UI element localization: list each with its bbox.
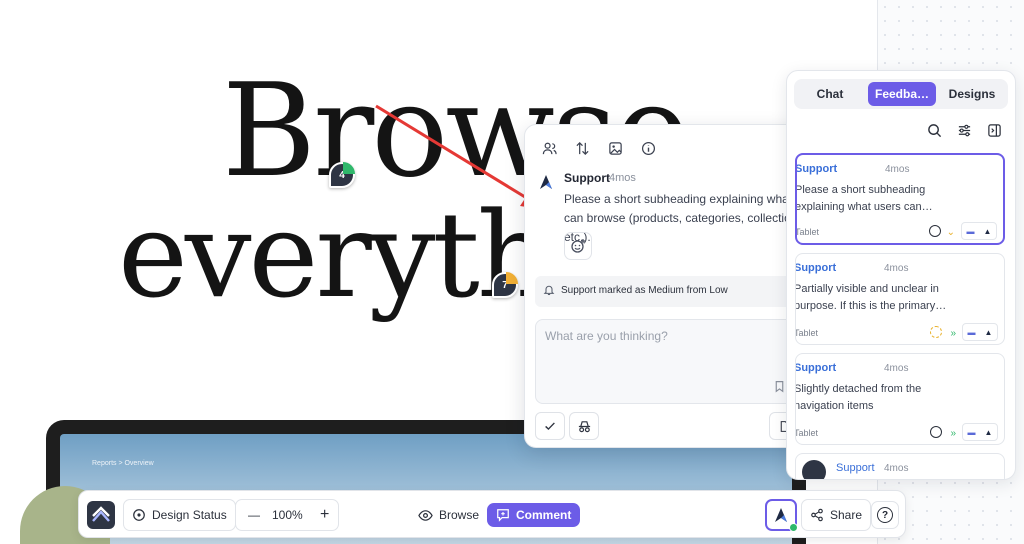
comment-author: Support xyxy=(564,171,610,185)
feedback-sidebar: Chat Feedba… Designs Support 4mos Please… xyxy=(786,70,1016,480)
comment-icon xyxy=(497,509,509,522)
bottom-toolbar: Design Status — 100% + Browse Comment Sh… xyxy=(78,490,906,538)
search-icon[interactable] xyxy=(927,123,942,141)
tab-designs[interactable]: Designs xyxy=(940,82,1004,106)
sort-icon[interactable] xyxy=(571,137,593,159)
card-time: 4mos xyxy=(884,263,909,274)
online-status-dot xyxy=(789,523,798,532)
share-icon xyxy=(811,508,823,522)
emoji-add-icon xyxy=(571,239,585,253)
design-canvas[interactable]: Browse everything Reports > Overview 4 7… xyxy=(0,0,1024,544)
help-button[interactable]: ? xyxy=(871,501,899,529)
card-time: 4mos xyxy=(884,463,909,474)
reply-input[interactable] xyxy=(545,329,825,369)
browse-label: Browse xyxy=(439,508,480,522)
card-device: Tablet xyxy=(795,428,819,438)
check-icon xyxy=(545,422,555,431)
logo-icon xyxy=(92,506,110,522)
card-time: 4mos xyxy=(885,164,910,175)
card-device: Tablet xyxy=(795,227,820,237)
bookmark-icon[interactable] xyxy=(773,380,786,396)
card-device: Tablet xyxy=(795,328,819,338)
zoom-control: — 100% + xyxy=(235,499,339,531)
tab-chat[interactable]: Chat xyxy=(797,82,863,106)
eye-icon xyxy=(418,509,433,521)
zoom-level: 100% xyxy=(272,508,303,522)
feedback-card[interactable]: Support 4mos Slightly detached from the n… xyxy=(795,353,1005,445)
assignee-badge: ▬ ▲ xyxy=(962,323,998,341)
status-icon xyxy=(133,509,145,521)
feedback-card[interactable]: Support 4mos Please a short subheading ex… xyxy=(795,153,1005,245)
filter-icon[interactable] xyxy=(957,123,972,141)
add-reaction-button[interactable] xyxy=(564,232,592,260)
card-author: Support xyxy=(795,163,838,175)
double-chevron-down-icon: » xyxy=(950,328,956,339)
double-chevron-down-icon: » xyxy=(950,428,956,439)
card-author: Support xyxy=(795,262,837,274)
incognito-button[interactable] xyxy=(569,412,599,440)
assignee-badge: ▬ ▲ xyxy=(961,222,997,240)
card-author: Support xyxy=(795,362,837,374)
card-time: 4mos xyxy=(884,363,909,374)
feedback-card[interactable]: Support 4mos xyxy=(795,453,1005,479)
feedback-card[interactable]: Support 4mos Partially visible and uncle… xyxy=(795,253,1005,345)
browse-button[interactable]: Browse xyxy=(409,499,489,531)
collapse-panel-icon[interactable] xyxy=(987,123,1002,141)
design-status-button[interactable]: Design Status xyxy=(123,499,236,531)
share-label: Share xyxy=(830,508,863,522)
resolve-button[interactable] xyxy=(535,412,565,440)
card-text: Please a short subheading explaining what… xyxy=(795,184,933,213)
support-logo-icon xyxy=(540,175,552,189)
comment-time: 4mos xyxy=(609,172,636,184)
design-status-label: Design Status xyxy=(152,508,227,522)
assignee-badge: ▬ ▲ xyxy=(962,423,998,441)
avatar xyxy=(802,460,826,479)
app-logo[interactable] xyxy=(87,501,115,529)
sidebar-tabs: Chat Feedba… Designs xyxy=(794,79,1008,109)
comment-button[interactable]: Comment xyxy=(487,503,581,527)
incognito-icon xyxy=(578,420,590,432)
status-icon xyxy=(930,426,942,438)
card-text: Slightly detached from the navigation ite… xyxy=(795,383,922,412)
help-icon: ? xyxy=(877,507,893,523)
status-icon xyxy=(929,225,941,237)
tab-feedback[interactable]: Feedba… xyxy=(868,82,936,106)
zoom-in-icon[interactable]: + xyxy=(320,506,329,524)
chevron-down-icon: ⌄ xyxy=(946,227,955,238)
image-icon[interactable] xyxy=(604,137,626,159)
users-icon[interactable] xyxy=(538,137,560,159)
activity-text: Support marked as Medium from Low xyxy=(561,285,728,296)
card-author: Support xyxy=(836,462,875,474)
comment-label: Comment xyxy=(516,508,572,522)
bell-icon xyxy=(543,284,555,299)
card-text: Partially visible and unclear in purpose.… xyxy=(795,283,947,312)
info-icon[interactable] xyxy=(637,137,659,159)
status-icon xyxy=(930,326,942,338)
share-button[interactable]: Share xyxy=(801,499,872,531)
user-avatar-button[interactable] xyxy=(765,499,798,532)
zoom-out-icon[interactable]: — xyxy=(248,508,260,522)
